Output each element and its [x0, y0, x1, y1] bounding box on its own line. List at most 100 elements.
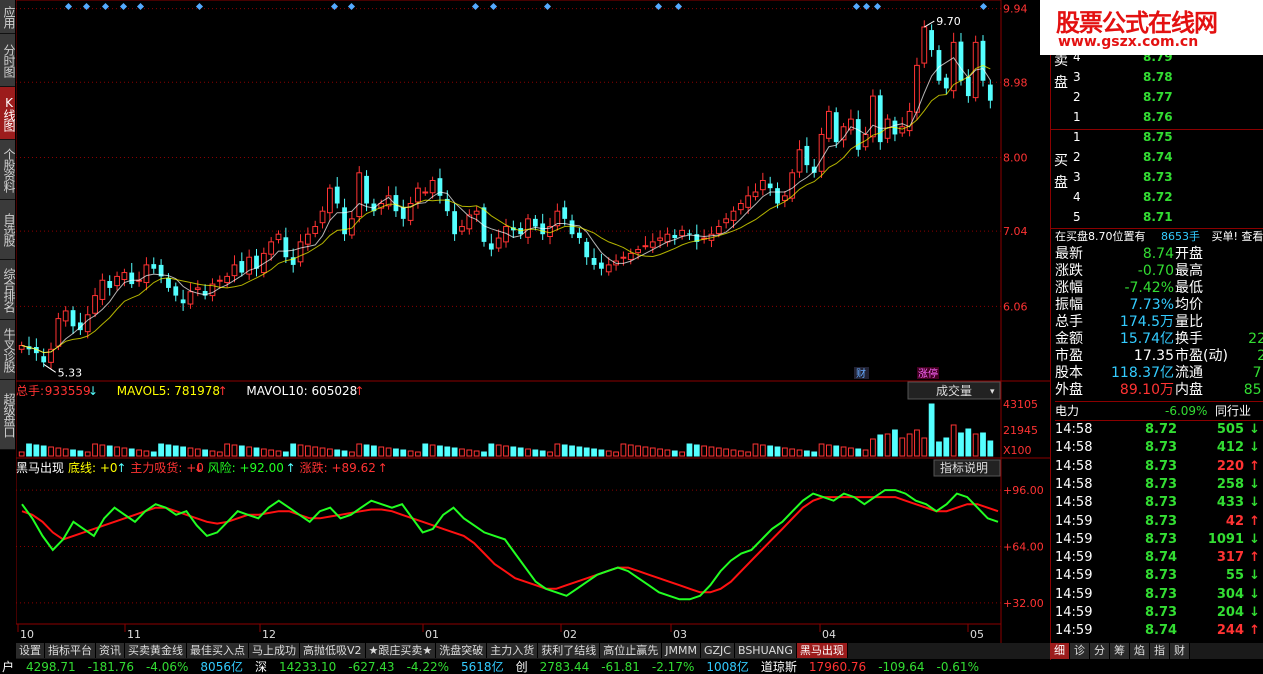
indicator-line-green [21, 489, 999, 601]
arrow-down-icon: ↓ [1249, 476, 1260, 492]
tick-price: 8.73 [1145, 586, 1178, 602]
right-panel-tab[interactable]: 指 [1150, 643, 1170, 659]
volume-bar [877, 434, 884, 457]
tick-time: 14:58 [1055, 495, 1093, 511]
tick-volume: 55 [1225, 568, 1244, 584]
indicator-tab[interactable]: ★跟庄买卖★ [365, 643, 437, 658]
left-nav-item[interactable]: 应用 [0, 0, 16, 34]
tick-time: 14:59 [1055, 550, 1093, 566]
left-nav-item[interactable]: 分时图 [0, 34, 16, 87]
indicator-tab[interactable]: 买卖黄金线 [125, 643, 187, 658]
right-panel-tab[interactable]: 细 [1050, 643, 1070, 659]
volume-bar [818, 443, 825, 457]
right-panel-tab[interactable]: 财 [1170, 643, 1190, 659]
sector-compare-button[interactable]: 同行业 [1215, 402, 1251, 420]
candle-body [929, 30, 935, 51]
tick-row: 14:59 8.73 42 ↑ [1055, 513, 1263, 531]
indicator-tab[interactable]: 高抛低吸V2 [300, 643, 366, 658]
volume-bar [202, 449, 209, 457]
status-item: 4298.71 [26, 660, 76, 674]
candle-body [965, 76, 971, 97]
indicator-tab[interactable]: 主力入货 [487, 643, 539, 658]
indicator-tab[interactable]: 高位止赢先 [600, 643, 663, 658]
indicator-tab[interactable]: 最佳买入点 [187, 643, 249, 658]
indicator-tab[interactable]: 黑马出现 [796, 643, 848, 658]
volume-bar [77, 450, 84, 457]
candle-body [194, 287, 201, 290]
chart-frame [16, 0, 1002, 625]
indicator-axis-label: +64.00 [1003, 540, 1044, 553]
volume-header-text: MAVOL5: 781978 [117, 384, 220, 398]
left-nav-item[interactable]: 自选股 [0, 200, 16, 260]
tick-price: 8.73 [1145, 513, 1178, 529]
buy-level-row: 3 8.73 [1051, 170, 1263, 190]
indicator-tab[interactable]: BSHUANG [734, 643, 797, 658]
candle-body [737, 203, 744, 211]
quote-row: 涨跌 -0.70 最高 [1055, 263, 1263, 280]
volume-bar [664, 449, 671, 457]
indicator-tab[interactable]: 洗盘突破 [436, 643, 488, 658]
tick-time: 14:59 [1055, 586, 1093, 602]
right-panel-tab[interactable]: 分 [1090, 643, 1110, 659]
volume-bar [649, 447, 656, 457]
indicator-tab[interactable]: 资讯 [96, 643, 125, 658]
volume-bar [605, 450, 612, 457]
left-nav-item[interactable]: 牛叉诊股 [0, 320, 16, 380]
right-panel-tab[interactable]: 诊 [1070, 643, 1090, 659]
quote-row: 股本 118.37亿流通 7. [1055, 365, 1263, 382]
tick-time: 14:58 [1055, 476, 1093, 492]
status-item: 创 [515, 660, 528, 674]
finance-event-label: 财 [856, 367, 866, 380]
volume-bar [282, 451, 289, 457]
indicator-value: 风险: +92.00 [208, 460, 284, 475]
volume-bar [437, 445, 443, 457]
order-price: 8.73 [1143, 170, 1173, 184]
volume-axis-label: 21945 [1003, 424, 1038, 437]
tick-price: 8.73 [1145, 605, 1178, 620]
left-nav-item[interactable]: 综合排名 [0, 260, 16, 320]
indicator-tab[interactable]: 马上成功 [249, 643, 300, 658]
tick-price: 8.73 [1145, 531, 1178, 547]
indicator-tab[interactable]: 指标平台 [45, 643, 96, 658]
event-diamond-icon [136, 2, 145, 11]
price-axis-label: 8.98 [1003, 76, 1028, 89]
left-nav-item[interactable]: 超级盘口 [0, 380, 16, 450]
indicator-tab[interactable]: GZJC [700, 643, 735, 658]
candle-body [488, 243, 494, 250]
indicator-line-red [21, 496, 999, 594]
sell-level-row: 3 8.78 [1051, 70, 1263, 90]
volume-bar [106, 445, 113, 457]
candle-body [687, 233, 692, 235]
volume-bar [209, 450, 216, 457]
candle-body [562, 207, 568, 219]
volume-bar [231, 444, 238, 457]
candle-body [818, 133, 825, 172]
tick-price: 8.73 [1145, 568, 1178, 584]
candle-body [576, 232, 582, 239]
right-panel-tab[interactable]: 焰 [1130, 643, 1150, 659]
candle-body [312, 226, 319, 234]
chevron-down-icon: ▾ [990, 387, 995, 397]
volume-bar [547, 451, 553, 457]
candle-body [657, 237, 663, 241]
quote-value: 15.74亿 [1119, 331, 1174, 347]
candle-body [723, 218, 730, 224]
sector-change: -6.09% [1165, 404, 1208, 418]
candle-body [473, 210, 480, 215]
tick-row: 14:58 8.73 412 ↓ [1055, 439, 1263, 457]
left-nav-item[interactable]: 个股资料 [0, 140, 16, 200]
tick-price: 8.73 [1145, 440, 1178, 456]
candle-body [752, 191, 759, 198]
left-nav-item[interactable]: K线图 [0, 87, 16, 140]
volume-bar [987, 440, 994, 457]
indicator-tab[interactable]: JMMM [662, 643, 701, 658]
indicator-tab[interactable]: 获利了结线 [538, 643, 601, 658]
tick-volume: 317 [1216, 550, 1244, 566]
indicator-tab[interactable]: 设置 [16, 643, 45, 658]
volume-bar [224, 443, 231, 457]
status-item: 14233.10 [278, 660, 337, 674]
kline-chart[interactable]: 9.94 8.98 8.00 7.04 6.06 9.70 5.33 财 涨停总手: 93355… [16, 0, 1050, 643]
candle-body [642, 245, 649, 248]
right-panel-tab[interactable]: 筹 [1110, 643, 1130, 659]
tick-price: 8.73 [1145, 495, 1178, 511]
